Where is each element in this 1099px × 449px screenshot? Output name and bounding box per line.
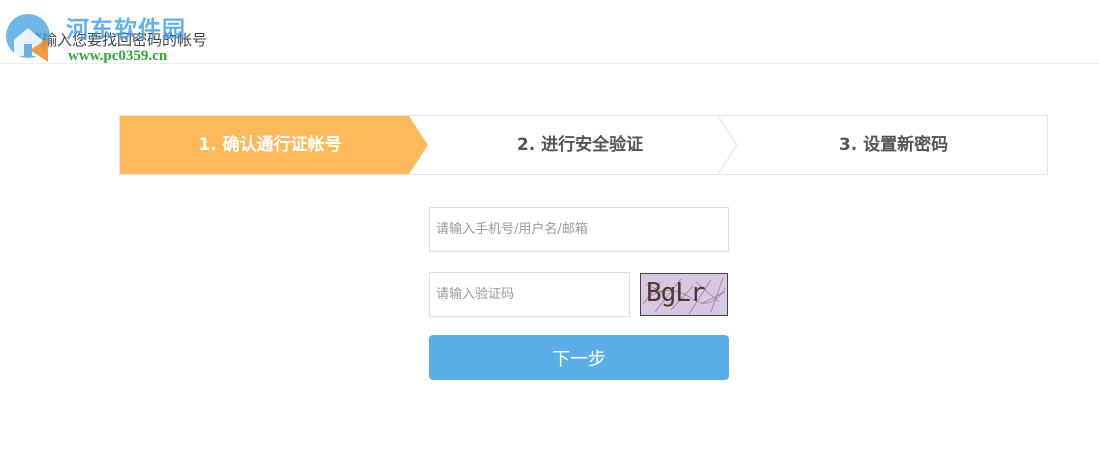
captcha-text: BgLr	[646, 278, 706, 308]
watermark-logo: 河东软件园 www.pc0359.cn	[4, 6, 234, 68]
logo-icon	[6, 14, 50, 62]
next-step-button[interactable]: 下一步	[429, 335, 729, 380]
step-2-security-verify: 2. 进行安全验证	[516, 135, 644, 155]
step-3-new-password: 3. 设置新密码	[838, 135, 949, 155]
captcha-input[interactable]	[429, 272, 630, 317]
logo-text: 河东软件园	[66, 16, 186, 43]
captcha-image[interactable]: BgLr	[640, 273, 728, 316]
account-input[interactable]	[429, 207, 729, 252]
step-1-confirm-account: 1. 确认通行证帐号	[198, 135, 342, 155]
step-progress: 1. 确认通行证帐号 2. 进行安全验证 3. 设置新密码	[119, 115, 1048, 175]
page-header: 请输入您要找回密码的帐号 河东软件园 www.pc0359.cn	[0, 0, 1099, 64]
logo-url: www.pc0359.cn	[68, 48, 168, 64]
